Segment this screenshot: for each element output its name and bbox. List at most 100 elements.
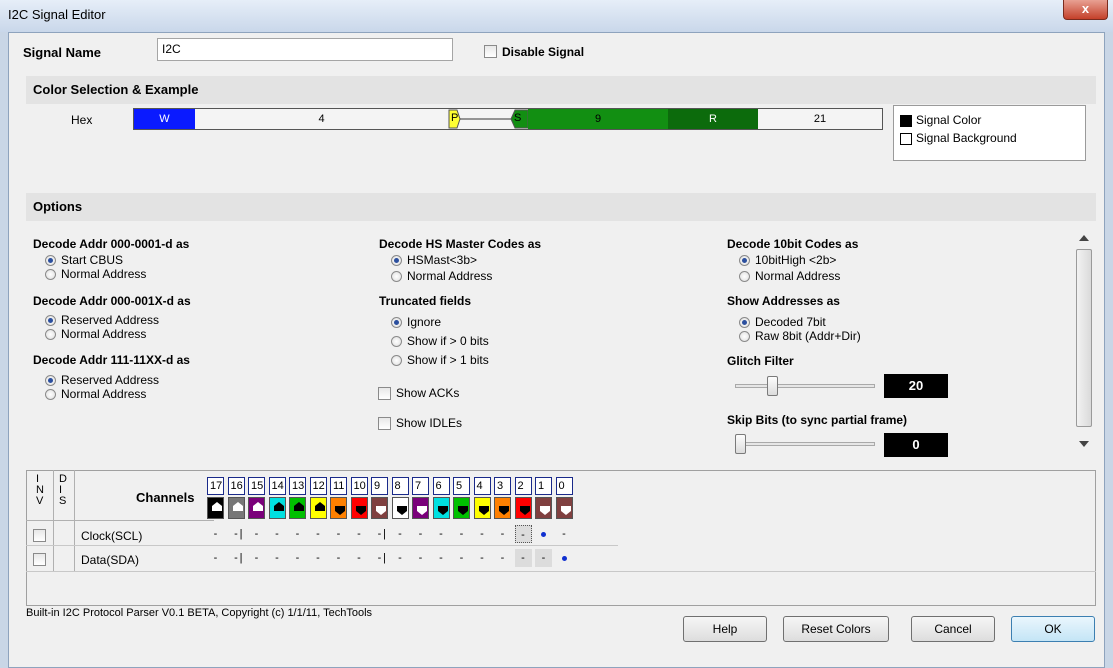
disable-signal-box[interactable] — [484, 45, 497, 59]
channel-cell[interactable]: - — [351, 525, 368, 543]
hs-normal-address-option[interactable]: Normal Address — [391, 269, 492, 283]
glitch-filter-value[interactable]: 20 — [884, 374, 948, 398]
channel-cell[interactable]: - — [289, 549, 306, 567]
start-cbus-option[interactable]: Start CBUS — [45, 253, 123, 267]
show-gt0-radio[interactable] — [391, 336, 402, 348]
show-idles-checkbox[interactable] — [378, 417, 391, 431]
channel-cell[interactable]: - — [433, 549, 450, 567]
normal-address-radio-2[interactable] — [45, 329, 56, 341]
hsmast-option[interactable]: HSMast<3b> — [391, 253, 477, 267]
channel-cell[interactable]: - — [310, 525, 327, 543]
channel-cell[interactable]: - — [289, 525, 306, 543]
ignore-radio[interactable] — [391, 317, 402, 329]
show-gt0-option[interactable]: Show if > 0 bits — [391, 334, 489, 348]
channel-color-swatch[interactable] — [473, 497, 491, 519]
channel-cell[interactable]: - — [207, 525, 224, 543]
channel-cell[interactable]: - — [392, 525, 409, 543]
reserved-address-radio-1[interactable] — [45, 315, 56, 327]
skip-bits-slider-thumb[interactable] — [735, 434, 746, 454]
clock-inv-checkbox[interactable] — [33, 528, 46, 543]
normal-address-option-2[interactable]: Normal Address — [45, 327, 146, 341]
channel-selected-dot[interactable] — [535, 525, 552, 543]
reserved-address-option-2[interactable]: Reserved Address — [45, 373, 159, 387]
ok-button[interactable]: OK — [1011, 616, 1095, 642]
channel-cell[interactable]: - — [248, 525, 265, 543]
signal-background-option[interactable]: Signal Background — [900, 131, 1017, 145]
normal-address-radio-1[interactable] — [45, 269, 56, 281]
scroll-thumb[interactable] — [1076, 249, 1092, 427]
cancel-button[interactable]: Cancel — [911, 616, 995, 642]
channel-cell[interactable]: - — [535, 549, 552, 567]
channel-cell[interactable]: - — [494, 549, 511, 567]
channel-cell[interactable]: - — [392, 549, 409, 567]
show-gt1-option[interactable]: Show if > 1 bits — [391, 353, 489, 367]
channel-color-swatch[interactable] — [535, 497, 552, 519]
channel-color-swatch[interactable] — [494, 497, 511, 519]
glitch-filter-slider-track[interactable] — [735, 384, 875, 388]
channel-cell[interactable]: - — [453, 549, 470, 567]
channel-cell[interactable]: - — [269, 525, 286, 543]
channel-color-swatch[interactable] — [289, 497, 306, 519]
channel-color-swatch[interactable] — [555, 497, 573, 519]
channel-cell[interactable]: - — [453, 525, 470, 543]
normal-address-option-3[interactable]: Normal Address — [45, 387, 146, 401]
data-inv-checkbox[interactable] — [33, 552, 46, 567]
channel-cell[interactable]: - — [514, 549, 532, 567]
glitch-filter-slider-thumb[interactable] — [767, 376, 778, 396]
normal-address-radio-3[interactable] — [45, 389, 56, 401]
channel-color-swatch[interactable] — [391, 497, 409, 519]
channel-cell[interactable]: - — [494, 525, 511, 543]
raw-8bit-radio[interactable] — [739, 331, 750, 343]
channel-cell[interactable]: - — [412, 525, 429, 543]
channel-cell[interactable]: - — [269, 549, 286, 567]
scroll-up-icon[interactable] — [1079, 235, 1089, 241]
scroll-down-icon[interactable] — [1079, 441, 1089, 447]
channel-color-swatch[interactable] — [412, 497, 429, 519]
help-button[interactable]: Help — [683, 616, 767, 642]
channel-color-swatch[interactable] — [371, 497, 388, 519]
channel-cell[interactable]: - — [433, 525, 450, 543]
channel-color-swatch[interactable] — [268, 497, 286, 519]
clock-inv-box[interactable] — [33, 529, 46, 543]
signal-name-input[interactable]: I2C — [157, 38, 453, 61]
channel-cell[interactable]: - — [474, 525, 491, 543]
close-button[interactable]: x — [1063, 0, 1108, 20]
channel-cell[interactable]: - — [412, 549, 429, 567]
show-idles-option[interactable]: Show IDLEs — [378, 416, 462, 431]
skip-bits-value[interactable]: 0 — [884, 433, 948, 457]
options-scrollbar[interactable] — [1075, 229, 1093, 459]
data-inv-box[interactable] — [33, 553, 46, 567]
decoded-7bit-radio[interactable] — [739, 317, 750, 329]
tenbit-normal-option[interactable]: Normal Address — [739, 269, 840, 283]
show-acks-checkbox[interactable] — [378, 387, 391, 401]
channel-color-swatch[interactable] — [432, 497, 450, 519]
channel-color-swatch[interactable] — [453, 497, 470, 519]
hsmast-radio[interactable] — [391, 255, 402, 267]
tenbit-normal-radio[interactable] — [739, 271, 750, 283]
normal-address-option-1[interactable]: Normal Address — [45, 267, 146, 281]
skip-bits-slider-track[interactable] — [735, 442, 875, 446]
reset-colors-button[interactable]: Reset Colors — [783, 616, 889, 642]
channel-cell[interactable]: - — [474, 549, 491, 567]
channel-color-swatch[interactable] — [227, 497, 245, 519]
decoded-7bit-option[interactable]: Decoded 7bit — [739, 315, 826, 329]
hs-normal-address-radio[interactable] — [391, 271, 402, 283]
reserved-address-radio-2[interactable] — [45, 375, 56, 387]
channel-cell[interactable]: - — [330, 525, 347, 543]
channel-cell[interactable]: - — [207, 549, 224, 567]
raw-8bit-option[interactable]: Raw 8bit (Addr+Dir) — [739, 329, 861, 343]
show-acks-option[interactable]: Show ACKs — [378, 386, 459, 401]
reserved-address-option-1[interactable]: Reserved Address — [45, 313, 159, 327]
channel-cell[interactable]: - — [351, 549, 368, 567]
channel-color-swatch[interactable] — [330, 497, 347, 519]
signal-color-option[interactable]: Signal Color — [900, 113, 981, 127]
tenbit-high-radio[interactable] — [739, 255, 750, 267]
channel-color-swatch[interactable] — [309, 497, 327, 519]
tenbit-high-option[interactable]: 10bitHigh <2b> — [739, 253, 836, 267]
channel-selected-dot[interactable] — [556, 549, 573, 567]
signal-background-swatch[interactable] — [900, 132, 912, 145]
channel-color-swatch[interactable] — [207, 497, 224, 519]
channel-cell[interactable]: - — [248, 549, 265, 567]
channel-cell[interactable]: - — [514, 525, 532, 543]
channel-color-swatch[interactable] — [248, 497, 265, 519]
